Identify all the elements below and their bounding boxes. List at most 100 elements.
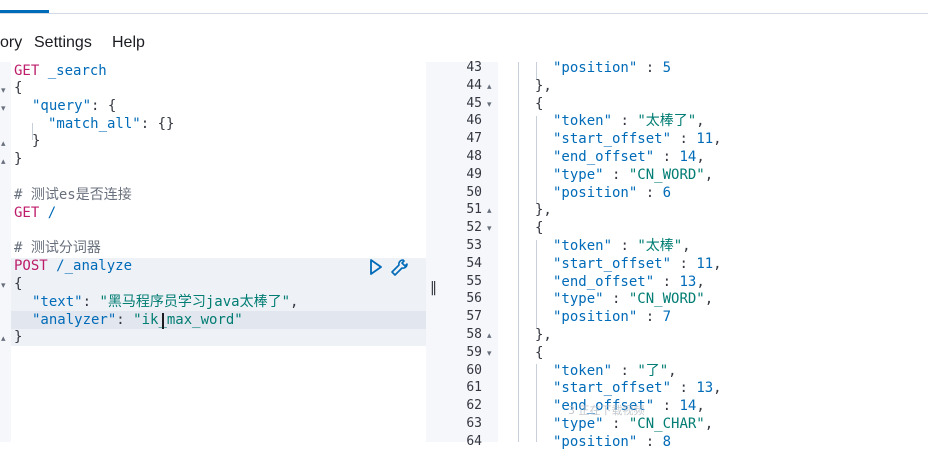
request-line: } [32,133,41,149]
json-key: "token" [553,238,613,254]
line-number: 46 [466,113,482,129]
json-key: "token" [553,113,613,130]
fold-toggle-icon[interactable]: ▴ [1,334,6,344]
json-punct: : [612,113,638,130]
text-cursor [162,313,164,329]
menu-settings[interactable]: Settings [34,34,92,52]
response-line: "end_offset" : 13, [553,274,705,291]
json-punct: , [713,131,722,148]
json-punct: : { [91,98,117,114]
json-string: "CN_WORD" [628,166,705,183]
indent-guide [518,62,519,442]
line-number: 49 [466,166,482,182]
json-string: "CN_WORD" [628,291,705,308]
json-punct: : [654,398,680,415]
request-path: /_analyze [56,258,133,274]
json-number: 13 [679,273,697,290]
play-icon[interactable] [369,258,383,280]
line-number: 61 [466,380,482,396]
fold-toggle-icon[interactable]: ▴ [487,206,492,216]
indent-guide [536,364,537,442]
line-number: 58 [466,327,482,342]
indent-guide [536,240,537,328]
response-line: "start_offset" : 11, [553,256,722,273]
comment-line: # 测试es是否连接 [14,187,132,203]
json-punct: , [668,362,677,379]
json-punct: : [654,273,680,290]
line-number: 60 [466,362,482,378]
line-number: 56 [466,291,482,307]
top-tab-bar [0,0,928,14]
json-key: "type" [553,291,604,308]
response-line: "position" : 5 [553,60,671,77]
request-line: "match_all": {} [48,116,174,133]
line-number: 52 [466,220,482,236]
http-method: POST [14,258,48,274]
json-punct: , [290,294,299,310]
request-line: { [14,80,23,96]
line-number: 44 [466,77,482,93]
request-line: "query": { [32,98,116,115]
request-gutter [0,62,11,442]
response-line: "start_offset" : 11, [553,131,722,148]
json-key: "type" [553,166,604,183]
fold-toggle-icon[interactable]: ▴ [487,331,492,341]
json-key: "end_offset" [553,149,655,165]
download-watermark: 3 正在下载视频 [568,404,645,417]
request-line: { [14,276,23,292]
wrench-icon[interactable] [390,258,410,282]
response-line: "position" : 6 [553,185,671,202]
response-line: "type" : "CN_CHAR", [553,416,713,433]
menu-help[interactable]: Help [112,34,145,52]
response-line: "token" : "了", [553,363,677,380]
json-punct: , [713,255,722,272]
fold-toggle-icon[interactable]: ▴ [1,139,6,149]
response-line: "position" : 8 [553,434,671,451]
json-number: 6 [662,184,672,201]
response-line: "position" : 7 [553,309,671,326]
line-number: 55 [466,273,482,289]
http-method: GET [14,63,40,79]
json-key: "start_offset" [553,380,672,397]
response-line: { [535,95,544,112]
json-punct: , [713,380,722,397]
json-number: 11 [696,131,714,148]
json-key: "position" [553,309,638,326]
json-key: "position" [553,184,638,201]
response-line: "type" : "CN_WORD", [553,167,713,184]
json-key: "type" [553,416,604,432]
json-punct: : [654,149,680,165]
json-punct: , [704,291,714,308]
fold-toggle-icon[interactable]: ▾ [1,281,6,291]
fold-toggle-icon[interactable]: ▾ [1,86,6,96]
json-punct: : [603,416,629,432]
json-number: 11 [696,255,714,272]
json-number: 7 [662,309,672,326]
json-number: 14 [679,398,697,415]
fold-toggle-icon[interactable]: ▾ [1,104,6,114]
line-number: 51 [466,202,482,218]
fold-toggle-icon[interactable]: ▾ [487,100,492,110]
json-string: "了" [637,362,669,379]
json-string: "黑马程序员学习java太棒了" [99,294,291,310]
fold-toggle-icon[interactable]: ▴ [487,82,492,92]
json-key: "position" [553,60,638,76]
fold-toggle-icon[interactable]: ▴ [1,157,6,167]
request-line: GET _search [14,63,107,80]
json-punct: , [682,238,691,254]
json-key: "query" [32,98,92,114]
fold-toggle-icon[interactable]: ▾ [487,349,492,359]
json-punct: : [637,184,663,201]
indent-guide [536,116,537,204]
response-line: "start_offset" : 13, [553,380,722,397]
panel-resize-divider[interactable] [426,62,442,442]
menu-history[interactable]: ory [0,34,22,52]
json-key: "start_offset" [553,255,672,272]
json-string: "ik_max_word" [133,312,243,328]
json-punct: : [612,238,638,254]
fold-toggle-icon[interactable]: ▾ [487,224,492,234]
resize-handle-icon[interactable]: ‖ [430,280,437,296]
json-punct: , [696,398,705,415]
json-punct: : [671,380,697,397]
json-number: 14 [679,149,697,165]
